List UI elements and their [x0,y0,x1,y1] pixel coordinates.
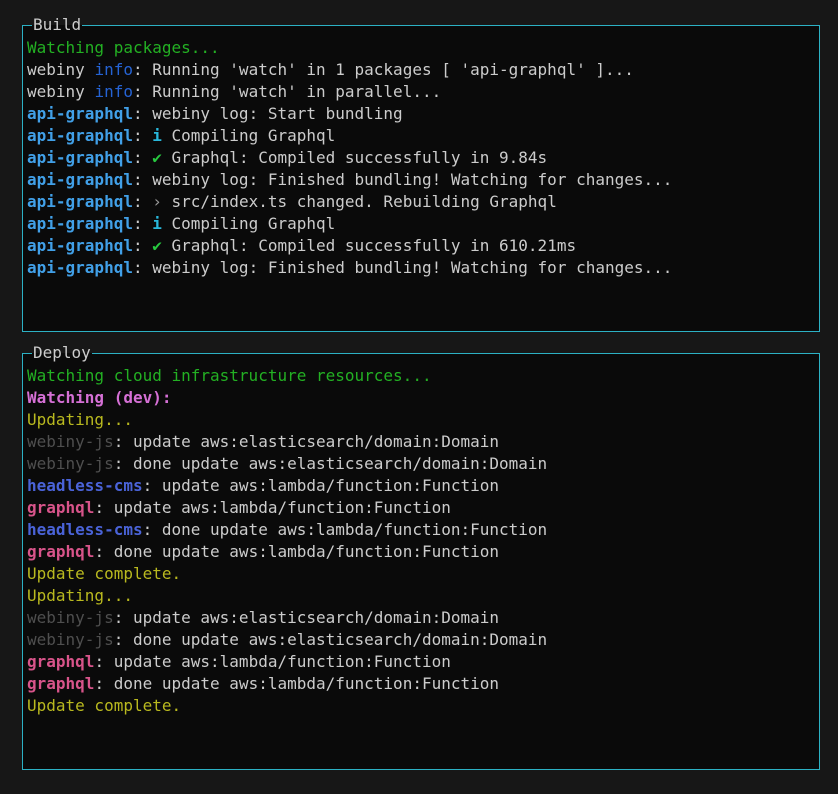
log-segment: : webiny log: Finished bundling! Watchin… [133,258,672,277]
log-segment: : done update aws:lambda/function:Functi… [94,542,499,561]
log-segment: webiny-js [27,608,114,627]
log-segment: › [152,192,162,211]
log-segment: webiny [27,82,94,101]
log-segment: : Running 'watch' in parallel... [133,82,441,101]
log-segment: info [94,82,133,101]
log-segment: Update complete. [27,564,181,583]
log-segment: : update aws:elasticsearch/domain:Domain [114,432,499,451]
log-segment: api-graphql [27,236,133,255]
log-segment: graphql [27,674,94,693]
build-panel: Build Watching packages...webiny info: R… [22,25,820,332]
log-segment: webiny [27,60,94,79]
log-line: Updating... [27,409,815,431]
log-line: api-graphql: webiny log: Finished bundli… [27,169,815,191]
log-segment: : Running 'watch' in 1 packages [ 'api-g… [133,60,634,79]
log-segment: api-graphql [27,214,133,233]
log-segment: src/index.ts changed. Rebuilding Graphql [162,192,557,211]
log-line: Watching cloud infrastructure resources.… [27,365,815,387]
deploy-panel-title: Deploy [32,343,92,363]
log-line: api-graphql: i Compiling Graphql [27,125,815,147]
log-line: Watching (dev): [27,387,815,409]
log-line: api-graphql: ✔ Graphql: Compiled success… [27,147,815,169]
log-line: api-graphql: webiny log: Start bundling [27,103,815,125]
log-line: graphql: done update aws:lambda/function… [27,673,815,695]
log-segment: Update complete. [27,696,181,715]
log-segment: api-graphql [27,148,133,167]
build-panel-body: Watching packages... webiny info: Running… [27,37,815,279]
log-segment: webiny-js [27,630,114,649]
log-segment: api-graphql [27,126,133,145]
log-segment: graphql [27,652,94,671]
log-line: Update complete. [27,563,815,585]
log-line: headless-cms: update aws:lambda/function… [27,475,815,497]
log-segment: api-graphql [27,104,133,123]
log-segment: info [94,60,133,79]
log-segment: headless-cms [27,520,143,539]
log-segment: : webiny log: Start bundling [133,104,403,123]
log-line: Update complete. [27,695,815,717]
log-line: graphql: update aws:lambda/function:Func… [27,497,815,519]
log-segment: : [133,214,152,233]
log-line: webiny info: Running 'watch' in parallel… [27,81,815,103]
log-line: api-graphql: webiny log: Finished bundli… [27,257,815,279]
log-segment: webiny-js [27,454,114,473]
log-segment: api-graphql [27,170,133,189]
log-segment: : update aws:elasticsearch/domain:Domain [114,608,499,627]
log-segment: Updating... [27,586,133,605]
log-segment: : update aws:lambda/function:Function [94,652,450,671]
log-segment: : update aws:lambda/function:Function [94,498,450,517]
log-line: webiny-js: update aws:elasticsearch/doma… [27,607,815,629]
deploy-panel-body: Watching cloud infrastructure resources.… [27,365,815,717]
log-line: webiny-js: done update aws:elasticsearch… [27,453,815,475]
log-segment: graphql [27,542,94,561]
log-segment: Graphql: Compiled successfully in 610.21… [162,236,576,255]
log-segment: i [152,126,162,145]
log-segment: Updating... [27,410,133,429]
log-line: Watching packages... [27,37,815,59]
log-line: api-graphql: i Compiling Graphql [27,213,815,235]
log-segment: api-graphql [27,258,133,277]
log-line: headless-cms: done update aws:lambda/fun… [27,519,815,541]
log-segment: webiny-js [27,432,114,451]
log-segment: : [133,126,152,145]
log-line: api-graphql: › src/index.ts changed. Reb… [27,191,815,213]
log-segment: : done update aws:lambda/function:Functi… [94,674,499,693]
log-segment: : done update aws:elasticsearch/domain:D… [114,630,547,649]
log-segment: : done update aws:elasticsearch/domain:D… [114,454,547,473]
log-segment: : [133,192,152,211]
log-segment: Watching cloud infrastructure resources.… [27,366,432,385]
log-line: graphql: done update aws:lambda/function… [27,541,815,563]
log-segment: : webiny log: Finished bundling! Watchin… [133,170,672,189]
log-line: graphql: update aws:lambda/function:Func… [27,651,815,673]
log-line: Updating... [27,585,815,607]
log-line: webiny-js: done update aws:elasticsearch… [27,629,815,651]
deploy-panel: Deploy Watching cloud infrastructure res… [22,353,820,770]
log-segment: Graphql: Compiled successfully in 9.84s [162,148,547,167]
log-segment: api-graphql [27,192,133,211]
log-line: api-graphql: ✔ Graphql: Compiled success… [27,235,815,257]
log-segment: Watching (dev): [27,388,172,407]
log-segment: Compiling Graphql [162,126,335,145]
log-line: webiny-js: update aws:elasticsearch/doma… [27,431,815,453]
log-segment: : [133,236,152,255]
log-segment: : done update aws:lambda/function:Functi… [143,520,548,539]
build-panel-title: Build [32,15,82,35]
log-segment: ✔ [152,236,162,255]
log-segment: graphql [27,498,94,517]
log-segment: : [133,148,152,167]
log-segment: i [152,214,162,233]
log-line: webiny info: Running 'watch' in 1 packag… [27,59,815,81]
log-segment: Compiling Graphql [162,214,335,233]
log-segment: headless-cms [27,476,143,495]
log-segment: : update aws:lambda/function:Function [143,476,499,495]
log-segment: ✔ [152,148,162,167]
log-segment: Watching packages... [27,38,220,57]
